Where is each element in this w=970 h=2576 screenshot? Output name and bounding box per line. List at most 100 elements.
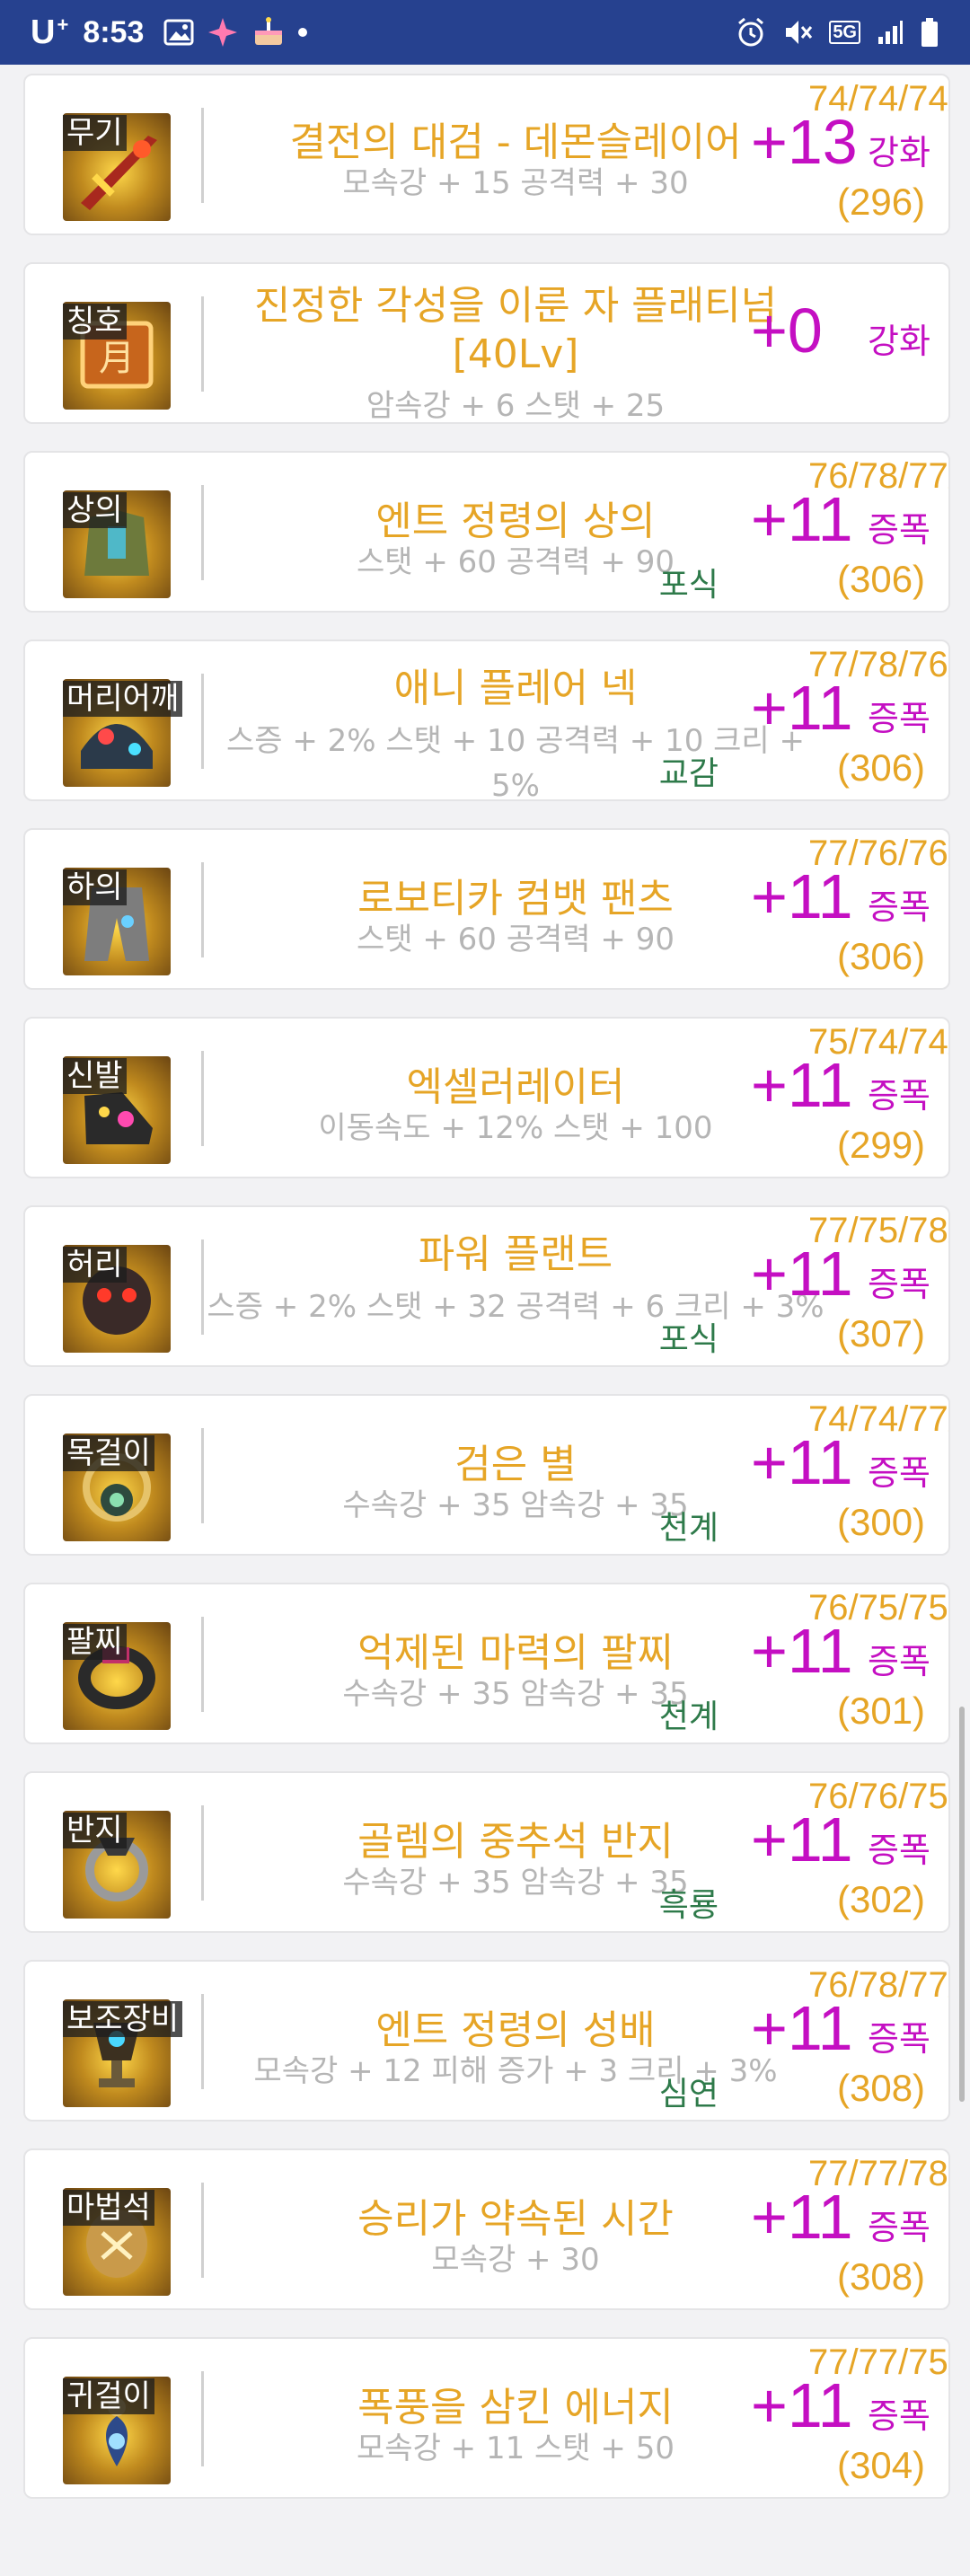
- slot-label: 허리: [63, 1247, 127, 1283]
- signal-icon: [878, 21, 903, 44]
- slot-label: 칭호: [63, 304, 127, 340]
- item-name: 결전의 대검 - 데몬슬레이어: [289, 119, 742, 165]
- enhance-type: 증폭: [868, 2019, 930, 2059]
- star-values: 77/75/78/: [808, 1211, 950, 1250]
- slot-label: 신발: [63, 1058, 127, 1094]
- item-name: 파워 플랜트: [418, 1231, 613, 1277]
- equipment-card[interactable]: 반지 골렘의 중추석 반지 수속강 + 35 암속강 + 35 흑룡 +11 증…: [23, 1771, 950, 1933]
- potential-label: 흑룡: [658, 1887, 719, 1924]
- star-values: 74/74/74/: [808, 79, 950, 119]
- alarm-icon: [738, 17, 764, 47]
- equipment-card[interactable]: 月 칭호 진정한 각성을 이룬 자 플래티넘 [40Lv] 암속강 + 6 스탯…: [23, 262, 950, 424]
- total-value: (300): [837, 1501, 926, 1543]
- equipment-card[interactable]: 팔찌 억제된 마력의 팔찌 수속강 + 35 암속강 + 35 천계 +11 증…: [23, 1583, 950, 1744]
- star-values: 76/78/77/: [808, 456, 950, 496]
- divider: [201, 1994, 204, 2089]
- divider: [201, 1428, 204, 1523]
- item-name: 승리가 약속된 시간: [357, 2196, 674, 2242]
- total-value: (302): [837, 1878, 926, 1920]
- slot-label: 하의: [63, 869, 127, 905]
- potential-label: 천계: [658, 1510, 719, 1547]
- item-name: 애니 플레어 넥: [393, 666, 638, 711]
- item-stats: 수속강 + 35 암속강 + 35: [342, 1676, 689, 1712]
- item-stats: 이동속도 + 12% 스탯 + 100: [318, 1110, 713, 1146]
- divider: [201, 108, 204, 203]
- item-stats: 모속강 + 15 공격력 + 30: [342, 165, 689, 201]
- gallery-icon: [163, 19, 194, 46]
- item-stats: 모속강 + 30: [431, 2242, 600, 2278]
- divider: [201, 1805, 204, 1901]
- star-values: 77/76/76/: [808, 834, 950, 873]
- divider: [201, 2371, 204, 2466]
- divider: [201, 485, 204, 580]
- equipment-card[interactable]: 하의 로보티카 컴뱃 팬츠 스탯 + 60 공격력 + 90 +11 증폭 77…: [23, 828, 950, 990]
- total-value: (304): [837, 2444, 926, 2486]
- equipment-card[interactable]: 허리 파워 플랜트 스증 + 2% 스탯 + 32 공격력 + 6 크리 + 3…: [23, 1205, 950, 1367]
- divider: [201, 2183, 204, 2278]
- item-name: 엔트 정령의 상의: [375, 498, 656, 544]
- enhance-type: 증폭: [868, 510, 930, 550]
- enhance-type: 증폭: [868, 1642, 930, 1681]
- total-value: (301): [837, 1689, 926, 1732]
- equipment-card[interactable]: 보조장비 엔트 정령의 성배 모속강 + 12 피해 증가 + 3 크리 + 3…: [23, 1960, 950, 2122]
- total-value: (296): [837, 181, 926, 223]
- more-notifications-icon: [298, 28, 308, 37]
- slot-label: 귀걸이: [63, 2378, 154, 2414]
- total-value: (306): [837, 746, 926, 789]
- equipment-card[interactable]: 귀걸이 폭풍을 삼킨 에너지 모속강 + 11 스탯 + 50 +11 증폭 7…: [23, 2337, 950, 2499]
- equipment-card[interactable]: 목걸이 검은 별 수속강 + 35 암속강 + 35 천계 +11 증폭 74/…: [23, 1394, 950, 1556]
- equipment-card[interactable]: 무기 결전의 대검 - 데몬슬레이어 모속강 + 15 공격력 + 30 +13…: [23, 74, 950, 235]
- slot-label: 무기: [63, 115, 127, 151]
- enhance-type: 증폭: [868, 1831, 930, 1870]
- slot-label: 머리어깨: [63, 681, 183, 717]
- system-icons: 5G: [736, 17, 939, 48]
- divider: [201, 1051, 204, 1146]
- enhance-type: 증폭: [868, 699, 930, 738]
- item-stats: 스증 + 2% 스탯 + 10 공격력 + 10 크리 + 5%: [225, 723, 805, 801]
- star-values: 77/78/76/: [808, 645, 950, 684]
- item-stats: 모속강 + 11 스탯 + 50: [357, 2430, 675, 2466]
- item-stats: 스탯 + 60 공격력 + 90: [357, 922, 675, 957]
- star-values: 74/74/77/: [808, 1399, 950, 1439]
- total-value: (306): [837, 935, 926, 977]
- item-name: 폭풍을 삼킨 에너지: [357, 2385, 674, 2430]
- slot-label: 상의: [63, 492, 127, 528]
- equipment-card[interactable]: 신발 엑셀러레이터 이동속도 + 12% 스탯 + 100 +11 증폭 75/…: [23, 1017, 950, 1178]
- item-stats: 스증 + 2% 스탯 + 32 공격력 + 6 크리 + 3%: [207, 1289, 824, 1325]
- divider: [201, 1617, 204, 1712]
- item-stats: 수속강 + 35 암속강 + 35: [342, 1865, 689, 1901]
- star-values: 76/78/77/: [808, 1965, 950, 2005]
- star-values: 76/75/75/: [808, 1588, 950, 1628]
- clock: 8:53: [83, 14, 145, 49]
- equipment-card[interactable]: 머리어깨 애니 플레어 넥 스증 + 2% 스탯 + 10 공격력 + 10 크…: [23, 640, 950, 801]
- slot-label: 목걸이: [63, 1435, 154, 1471]
- slot-label: 보조장비: [63, 2001, 183, 2037]
- total-value: (299): [837, 1124, 926, 1166]
- total-value: (308): [837, 2255, 926, 2298]
- status-bar: U + 8:53 5G: [0, 0, 970, 65]
- equipment-card[interactable]: 상의 엔트 정령의 상의 스탯 + 60 공격력 + 90 포식 +11 증폭 …: [23, 451, 950, 613]
- potential-label: 포식: [658, 1321, 719, 1358]
- equipment-card[interactable]: 마법석 승리가 약속된 시간 모속강 + 30 +11 증폭 77/77/78/…: [23, 2148, 950, 2310]
- enhance-type: 증폭: [868, 887, 930, 927]
- star-values: 77/77/75/: [808, 2342, 950, 2382]
- slot-label: 반지: [63, 1813, 127, 1848]
- scrollbar[interactable]: [959, 1707, 965, 2102]
- item-stats: 수속강 + 35 암속강 + 35: [342, 1487, 689, 1523]
- item-name: 골렘의 중추석 반지: [357, 1819, 674, 1865]
- potential-label: 천계: [658, 1698, 719, 1735]
- divider: [201, 862, 204, 957]
- item-name: 진정한 각성을 이룬 자 플래티넘 [40Lv]: [253, 283, 778, 377]
- total-value: (307): [837, 1312, 926, 1354]
- item-name: 억제된 마력의 팔찌: [357, 1630, 674, 1676]
- enhance-type: 증폭: [868, 1076, 930, 1116]
- enhance-type: 증폭: [868, 2396, 930, 2436]
- enhance-type: 강화: [868, 133, 930, 172]
- item-name: 로보티카 컴뱃 팬츠: [357, 876, 674, 922]
- enhance-type: 증폭: [868, 1265, 930, 1304]
- network-5g-icon: 5G: [829, 21, 860, 44]
- star-values: 76/76/75/: [808, 1777, 950, 1816]
- enhance-type: 증폭: [868, 2208, 930, 2247]
- cake-icon: [255, 17, 283, 45]
- item-name: 엔트 정령의 성배: [375, 2007, 656, 2053]
